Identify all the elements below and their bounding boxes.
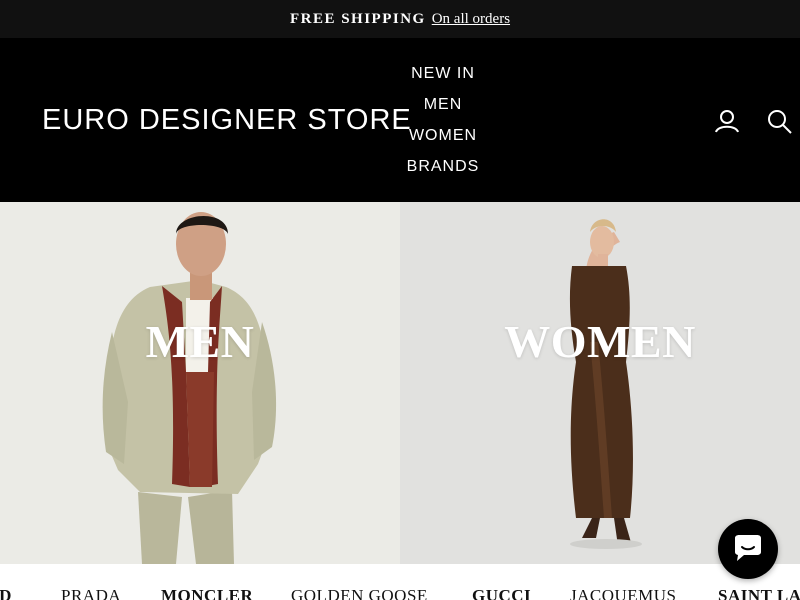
brand-marquee: ID PRADA MONCLER GOLDEN GOOSE GUCCI JACQ… <box>0 578 800 600</box>
chat-icon <box>735 535 761 561</box>
men-category-panel[interactable]: MEN <box>0 202 400 564</box>
nav-item-brands[interactable]: BRANDS <box>407 155 480 186</box>
search-icon[interactable] <box>766 108 792 134</box>
announcement-text: FREE SHIPPING <box>289 10 426 27</box>
men-model-image <box>0 202 400 564</box>
account-icon[interactable] <box>714 109 740 133</box>
chat-button[interactable] <box>718 519 778 579</box>
announcement-link[interactable]: On all orders <box>432 11 510 28</box>
brand-item[interactable]: MONCLER <box>161 586 253 600</box>
nav-item-new-in[interactable]: NEW IN <box>411 62 475 93</box>
brand-item[interactable]: JACQUEMUS <box>570 586 677 600</box>
brand-item[interactable]: SAINT LAU <box>718 586 800 600</box>
brand-item[interactable]: GOLDEN GOOSE <box>291 586 428 600</box>
announcement-bar: FREE SHIPPING On all orders <box>0 0 800 38</box>
women-category-panel[interactable]: WOMEN <box>400 202 800 564</box>
nav-item-men[interactable]: MEN <box>424 93 463 124</box>
women-model-image <box>400 202 800 564</box>
site-header: EURO DESIGNER STORE NEW IN MEN WOMEN BRA… <box>0 38 800 202</box>
main-nav: NEW IN MEN WOMEN BRANDS <box>393 62 493 186</box>
brand-item[interactable]: GUCCI <box>472 586 531 600</box>
women-label: WOMEN <box>504 316 696 367</box>
nav-item-women[interactable]: WOMEN <box>409 124 477 155</box>
store-logo[interactable]: EURO DESIGNER STORE <box>42 104 412 137</box>
brand-item[interactable]: PRADA <box>61 586 121 600</box>
hero-section: MEN WOMEN <box>0 202 800 564</box>
brand-item[interactable]: ID <box>0 586 12 600</box>
men-label: MEN <box>145 316 255 367</box>
